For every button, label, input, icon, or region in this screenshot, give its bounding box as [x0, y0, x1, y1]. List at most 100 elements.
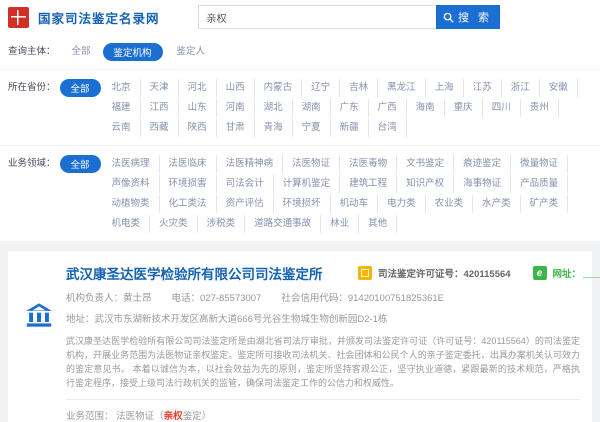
- domain-option-list: 法医病理法医临床法医精神病法医物证法医毒物文书鉴定痕迹鉴定微量物证声像资料环境损…: [103, 154, 592, 234]
- province-option[interactable]: 广东: [331, 99, 369, 117]
- domain-option[interactable]: 机动车: [331, 195, 379, 213]
- province-option[interactable]: 新疆: [331, 119, 369, 137]
- province-option[interactable]: 台湾: [369, 119, 407, 137]
- license-group: 司法鉴定许可证号：420115564: [358, 266, 511, 280]
- leader-field: 机构负责人：黄士昂: [66, 290, 152, 304]
- website-icon: e: [533, 266, 547, 280]
- domain-option[interactable]: 建筑工程: [340, 175, 397, 193]
- domain-option[interactable]: 火灾类: [150, 215, 198, 233]
- domain-option[interactable]: 法医物证: [283, 155, 340, 173]
- subject-option-person[interactable]: 鉴定人: [165, 42, 218, 62]
- province-option[interactable]: 河南: [217, 99, 255, 117]
- result-meta: 机构负责人：黄士昂 电话：027-85573007 社会信用代码：9142010…: [66, 290, 580, 304]
- province-option[interactable]: 吉林: [340, 79, 378, 97]
- province-option[interactable]: 天津: [141, 79, 179, 97]
- domain-option[interactable]: 声像资料: [103, 175, 160, 193]
- domain-option[interactable]: 道路交通事故: [245, 215, 321, 233]
- domain-option-all-selected[interactable]: 全部: [60, 155, 101, 173]
- filter-label-domain: 业务领域：: [8, 154, 56, 174]
- province-option[interactable]: 浙江: [502, 79, 540, 97]
- result-title[interactable]: 武汉康圣达医学检验所有限公司司法鉴定所: [66, 263, 358, 283]
- province-option[interactable]: 黑龙江: [378, 79, 426, 97]
- province-option[interactable]: 四川: [483, 99, 521, 117]
- province-option[interactable]: 贵州: [521, 99, 559, 117]
- province-option[interactable]: 湖北: [255, 99, 293, 117]
- search-results: 武汉康圣达医学检验所有限公司司法鉴定所 司法鉴定许可证号：420115564 e…: [0, 241, 600, 422]
- site-logo: [8, 7, 29, 28]
- province-option[interactable]: 河北: [179, 79, 217, 97]
- search-input[interactable]: [198, 5, 436, 29]
- license-icon: [358, 266, 372, 280]
- filter-row-domain: 业务领域： 全部 法医病理法医临床法医精神病法医物证法医毒物文书鉴定痕迹鉴定微量…: [0, 146, 600, 241]
- search-button-label: 搜 索: [458, 9, 492, 25]
- province-option[interactable]: 重庆: [445, 99, 483, 117]
- province-option[interactable]: 辽宁: [302, 79, 340, 97]
- province-option[interactable]: 青海: [255, 119, 293, 137]
- domain-option[interactable]: 化工类法: [160, 195, 217, 213]
- province-option-all-selected[interactable]: 全部: [60, 79, 101, 97]
- domain-option[interactable]: 动植物类: [103, 195, 160, 213]
- domain-option[interactable]: 农业类: [426, 195, 474, 213]
- license-number: 司法鉴定许可证号：420115564: [378, 266, 511, 280]
- site-title: 国家司法鉴定名录网: [38, 8, 160, 27]
- result-head: 武汉康圣达医学检验所有限公司司法鉴定所 司法鉴定许可证号：420115564 e…: [66, 263, 580, 283]
- province-option[interactable]: 江西: [141, 99, 179, 117]
- domain-option[interactable]: 痕迹鉴定: [454, 155, 511, 173]
- province-option[interactable]: 宁夏: [293, 119, 331, 137]
- search-button[interactable]: 搜 索: [436, 5, 500, 29]
- website-underline: [583, 268, 600, 278]
- domain-option[interactable]: 文书鉴定: [397, 155, 454, 173]
- domain-option[interactable]: 法医毒物: [340, 155, 397, 173]
- province-option[interactable]: 湖南: [293, 99, 331, 117]
- province-option[interactable]: 北京: [103, 79, 141, 97]
- domain-option[interactable]: 环境损坏: [274, 195, 331, 213]
- province-option[interactable]: 广西: [369, 99, 407, 117]
- domain-option[interactable]: 涉税类: [198, 215, 246, 233]
- domain-option[interactable]: 司法会计: [217, 175, 274, 193]
- phone-field: 电话：027-85573007: [172, 290, 262, 304]
- filter-row-province: 所在省份： 全部 北京天津河北山西内蒙古辽宁吉林黑龙江上海江苏浙江安徽福建江西山…: [0, 70, 600, 146]
- province-option[interactable]: 海南: [407, 99, 445, 117]
- domain-option[interactable]: 资产评估: [217, 195, 274, 213]
- domain-option[interactable]: 环境损害: [160, 175, 217, 193]
- province-option[interactable]: 内蒙古: [255, 79, 303, 97]
- domain-option[interactable]: 法医精神病: [217, 155, 284, 173]
- province-option[interactable]: 福建: [103, 99, 141, 117]
- province-option[interactable]: 陕西: [179, 119, 217, 137]
- province-option[interactable]: 西藏: [141, 119, 179, 137]
- province-option[interactable]: 山东: [179, 99, 217, 117]
- domain-option[interactable]: 计算机鉴定: [274, 175, 341, 193]
- domain-option[interactable]: 电力类: [378, 195, 426, 213]
- domain-option[interactable]: 林业: [321, 215, 359, 233]
- domain-option[interactable]: 水产类: [473, 195, 521, 213]
- domain-option[interactable]: 法医临床: [160, 155, 217, 173]
- domain-option[interactable]: 海事物证: [454, 175, 511, 193]
- province-option[interactable]: 安徽: [540, 79, 578, 97]
- province-option[interactable]: 山西: [217, 79, 255, 97]
- domain-option[interactable]: 产品质量: [511, 175, 568, 193]
- subject-option-institution-selected[interactable]: 鉴定机构: [103, 43, 163, 61]
- filter-label-province: 所在省份：: [8, 78, 56, 98]
- province-option[interactable]: 云南: [103, 119, 141, 137]
- header: 国家司法鉴定名录网 搜 索: [0, 0, 600, 34]
- province-option[interactable]: 甘肃: [217, 119, 255, 137]
- website-group[interactable]: e 网址：: [533, 266, 600, 280]
- domain-option[interactable]: 机电类: [103, 215, 151, 233]
- domain-option[interactable]: 微量物证: [511, 155, 568, 173]
- search-icon: [443, 12, 454, 23]
- business-scope: 业务范围： 法医物证（亲权鉴定）: [66, 399, 580, 422]
- province-option[interactable]: 上海: [426, 79, 464, 97]
- result-address: 地址：武汉市东湖新技术开发区高新大道666号光谷生物城生物创新园D2-1栋: [66, 311, 580, 325]
- filter-row-subject: 查询主体： 全部 鉴定机构 鉴定人: [0, 34, 600, 70]
- filter-panel: 查询主体： 全部 鉴定机构 鉴定人 所在省份： 全部 北京天津河北山西内蒙古辽宁…: [0, 34, 600, 241]
- filter-label-subject: 查询主体：: [8, 42, 56, 62]
- subject-option-all[interactable]: 全部: [60, 42, 103, 62]
- domain-option[interactable]: 其他: [359, 215, 397, 233]
- search-bar: 搜 索: [198, 5, 500, 29]
- result-description: 武汉康圣达医学检验所有限公司司法鉴定所是由湖北省司法厅审批，并颁发司法鉴定许可证…: [66, 334, 580, 390]
- domain-option[interactable]: 法医病理: [103, 155, 160, 173]
- institution-icon: [25, 301, 53, 329]
- province-option[interactable]: 江苏: [464, 79, 502, 97]
- domain-option[interactable]: 知识产权: [397, 175, 454, 193]
- domain-option[interactable]: 矿产类: [521, 195, 569, 213]
